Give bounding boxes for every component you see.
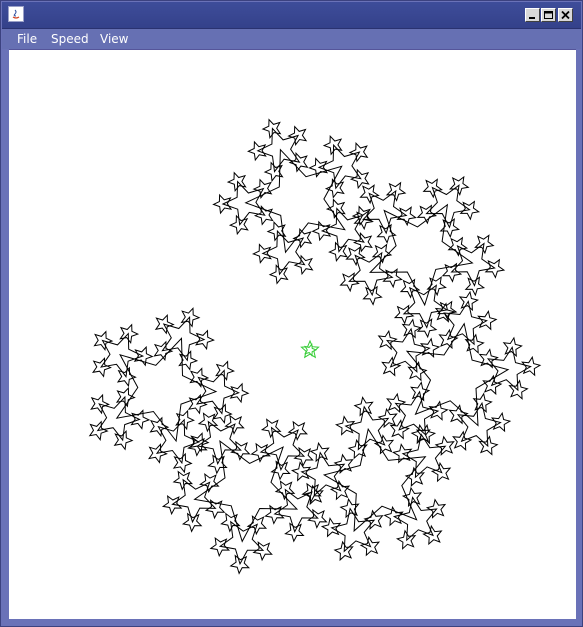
fractal-star — [428, 400, 449, 421]
fractal-star — [353, 396, 374, 417]
fractal-star — [450, 242, 496, 287]
fractal-star — [425, 184, 471, 229]
fractal-star — [196, 420, 242, 465]
fractal-star — [396, 206, 417, 227]
highlight-star — [300, 339, 320, 359]
menu-view[interactable]: View — [100, 32, 128, 46]
fractal-star — [401, 486, 423, 508]
fractal-star — [291, 461, 312, 482]
fractal-star — [369, 203, 474, 307]
fractal-star — [155, 418, 200, 465]
fractal-star — [273, 488, 319, 533]
fractal-star — [521, 355, 542, 377]
fractal-star — [221, 180, 266, 226]
fractal-star — [261, 118, 282, 139]
menu-bar: File Speed View — [2, 29, 581, 49]
fractal-star — [252, 541, 273, 562]
drawing-canvas[interactable] — [9, 49, 576, 619]
java-icon[interactable] — [8, 6, 24, 22]
fractal-star — [334, 415, 356, 436]
fractal-star — [325, 198, 346, 219]
fractal-star — [330, 507, 376, 553]
fractal-star — [309, 441, 330, 463]
fractal-star — [244, 148, 346, 254]
maximize-button[interactable] — [541, 8, 556, 22]
close-icon — [561, 10, 570, 20]
fractal-star — [250, 442, 271, 463]
fractal-star — [484, 258, 506, 279]
fractal-star — [193, 439, 299, 543]
fractal-star — [195, 369, 240, 415]
fractal-star — [180, 307, 201, 328]
fractal-star — [256, 127, 301, 173]
maximize-icon — [544, 11, 553, 19]
app-window: File Speed View — [0, 0, 583, 627]
title-bar[interactable] — [2, 2, 581, 29]
fractal-star — [161, 315, 206, 362]
fractal-star — [119, 323, 140, 345]
fractal-star — [385, 327, 431, 373]
fractal-star — [172, 452, 193, 474]
fractal-star — [226, 171, 247, 193]
fractal-star — [348, 251, 394, 297]
fractal-star — [333, 540, 354, 562]
fractal-star — [322, 427, 427, 533]
menu-file[interactable]: File — [17, 32, 37, 46]
fractal-star — [410, 381, 431, 402]
fractal-star — [96, 395, 141, 442]
fractal-star — [344, 405, 390, 451]
minimize-button[interactable] — [525, 8, 540, 22]
fractal-star — [477, 310, 498, 331]
fractal-star — [502, 336, 523, 358]
menu-speed[interactable]: Speed — [51, 32, 89, 46]
fractal-star — [218, 520, 265, 566]
minimize-icon — [529, 17, 535, 19]
fractal-star — [459, 200, 481, 221]
fractal-star — [320, 517, 342, 538]
fractal-star — [490, 411, 512, 433]
fractal-star — [307, 508, 328, 529]
fractal-star — [395, 529, 417, 550]
fractal-star — [209, 536, 231, 558]
fractal-star — [115, 337, 218, 443]
fractal-star — [339, 272, 360, 293]
fractal-star — [383, 505, 404, 527]
fractal-star — [261, 229, 306, 276]
fractal-star — [402, 284, 449, 329]
fractal-star — [215, 360, 235, 381]
fractal-star — [161, 494, 183, 516]
fractal-star — [293, 446, 314, 467]
fractal-star — [116, 366, 137, 388]
fractal-star — [478, 435, 499, 456]
fractal-star — [322, 134, 343, 156]
fractal-star — [508, 379, 529, 400]
fractal-star — [486, 346, 532, 392]
star-fractal-drawing — [88, 118, 542, 575]
fractal-star — [171, 478, 217, 524]
fractal-star — [405, 322, 510, 427]
close-button[interactable] — [558, 8, 573, 22]
fractal-star — [393, 304, 415, 325]
fractal-star — [115, 386, 136, 408]
fractal-star — [401, 433, 447, 479]
fractal-star — [456, 401, 502, 448]
